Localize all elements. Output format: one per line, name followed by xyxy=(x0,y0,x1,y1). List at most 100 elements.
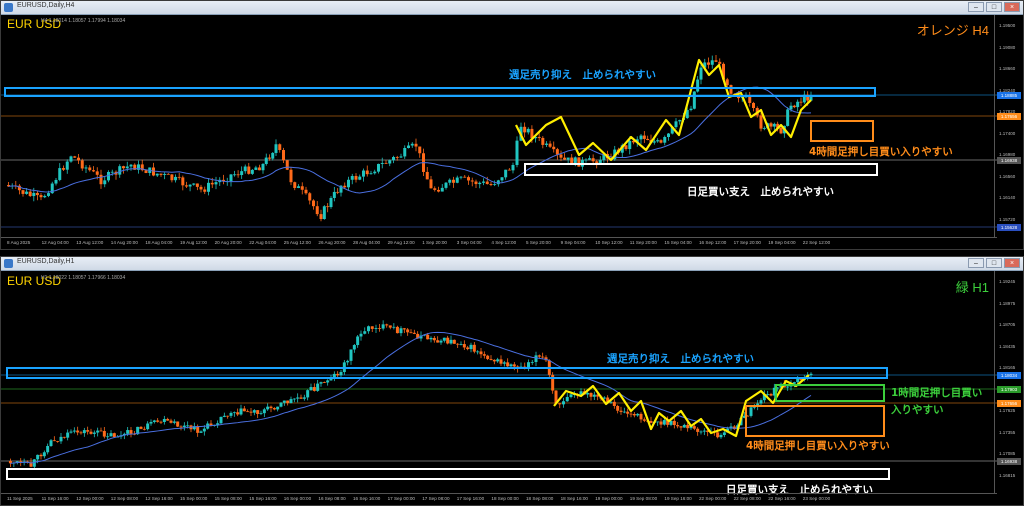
candle-body xyxy=(478,182,482,185)
candle-body xyxy=(493,184,497,185)
candle-body xyxy=(261,164,265,171)
minimize-icon[interactable]: – xyxy=(968,2,984,12)
candle-body xyxy=(88,167,92,171)
price-chart[interactable] xyxy=(1,271,997,493)
candle-body xyxy=(470,180,474,182)
close-icon[interactable]: × xyxy=(1004,258,1020,268)
candle-body xyxy=(236,174,240,176)
time-tick-label: 10 Sep 12:00 xyxy=(595,240,623,245)
candle-body xyxy=(555,149,559,155)
candle-body xyxy=(339,372,343,376)
candle-body xyxy=(271,152,275,159)
candle-body xyxy=(129,164,133,167)
candle-body xyxy=(534,355,538,363)
maximize-icon[interactable]: □ xyxy=(986,2,1002,12)
candle-body xyxy=(672,420,676,426)
time-tick-label: 9 Sep 04:00 xyxy=(560,240,586,245)
time-tick-label: 1 Sep 20:00 xyxy=(422,240,447,245)
price-tick-label: 1.19500 xyxy=(999,23,1016,28)
candle-body xyxy=(184,185,188,187)
candle-body xyxy=(62,436,66,438)
candle-body xyxy=(624,145,628,150)
candle-body xyxy=(203,189,207,192)
time-tick-label: 17 Sep 00:00 xyxy=(387,496,415,501)
candle-body xyxy=(25,191,29,194)
candle-body xyxy=(356,336,360,346)
candle-body xyxy=(466,347,470,350)
candle-body xyxy=(59,436,63,442)
candle-body xyxy=(577,157,581,167)
candle-body xyxy=(682,424,686,428)
candle-body xyxy=(689,108,693,111)
candle-body xyxy=(616,405,620,411)
time-axis[interactable]: 8 Aug 2025 12 Aug 04:00 13 Aug 12:00 14 Aug… xyxy=(1,237,997,248)
candle-body xyxy=(86,430,90,432)
candle-body xyxy=(240,171,244,176)
candle-body xyxy=(374,328,378,329)
candle-body xyxy=(541,137,545,145)
candle-body xyxy=(332,191,336,198)
candle-body xyxy=(762,128,766,130)
close-icon[interactable]: × xyxy=(1004,2,1020,12)
candle-body xyxy=(144,170,148,173)
candle-body xyxy=(176,421,180,427)
price-axis[interactable]: 1.192451.189751.187051.184351.181651.178… xyxy=(994,271,1023,493)
candle-body xyxy=(336,373,340,376)
minimize-icon[interactable]: – xyxy=(968,258,984,268)
candle-body xyxy=(699,431,703,433)
candle-body xyxy=(729,85,733,94)
candle-body xyxy=(69,431,73,433)
price-tick-label: 1.16815 xyxy=(999,472,1016,478)
price-chart[interactable] xyxy=(1,15,997,237)
candle-body xyxy=(252,410,256,413)
candle-body xyxy=(412,332,416,334)
candle-body xyxy=(678,120,682,122)
window-titlebar[interactable]: EURUSD,Daily,H1 – □ × xyxy=(1,257,1023,271)
candle-body xyxy=(336,191,340,193)
candle-body xyxy=(282,150,285,161)
time-tick-label: 22 Sep 08:00 xyxy=(733,496,761,501)
weekly-resistance-zone xyxy=(6,367,888,379)
candle-body xyxy=(459,344,463,345)
candle-body xyxy=(696,428,700,432)
candle-body xyxy=(302,397,306,399)
candle-body xyxy=(269,406,273,409)
candle-body xyxy=(250,169,254,174)
price-axis[interactable]: 1.19500 1.19080 1.18660 1.18240 1.17820 1.174… xyxy=(994,15,1023,237)
candle-body xyxy=(69,156,73,162)
candle-body xyxy=(297,186,300,188)
price-tick-label: 1.17400 xyxy=(999,130,1016,136)
candle-body xyxy=(569,394,573,397)
candle-body xyxy=(304,189,308,194)
candle-body xyxy=(249,411,253,413)
candle-body xyxy=(789,105,793,110)
candle-body xyxy=(279,402,283,407)
candle-body xyxy=(636,413,640,416)
candle-body xyxy=(312,387,316,391)
candle-body xyxy=(293,182,297,188)
candle-body xyxy=(369,173,373,175)
candle-body xyxy=(395,326,399,334)
candle-body xyxy=(509,364,513,367)
candle-body xyxy=(286,400,290,404)
candle-body xyxy=(233,174,237,176)
window-titlebar[interactable]: EURUSD,Daily,H4 – □ × xyxy=(1,1,1023,15)
candle-body xyxy=(429,179,433,189)
price-tag: 1.16938 xyxy=(997,157,1021,164)
candle-body xyxy=(149,422,153,424)
time-axis[interactable]: 11 Sep 2025 11 Sep 16:00 12 Sep 00:00 12 Se… xyxy=(1,493,997,504)
candle-body xyxy=(639,135,643,140)
chart-window-h1[interactable]: EURUSD,Daily,H1 – □ × EUR USD H1 1.18022… xyxy=(0,256,1024,506)
candle-body xyxy=(312,200,315,207)
candle-body xyxy=(499,359,503,364)
time-tick-label: 11 Sep 16:00 xyxy=(41,496,69,501)
candle-body xyxy=(628,140,632,150)
candle-body xyxy=(179,426,183,428)
candle-body xyxy=(649,420,653,423)
chart-window-h4[interactable]: EURUSD,Daily,H4 – □ × EUR USD H4 1.18014… xyxy=(0,0,1024,250)
candle-body xyxy=(544,143,548,145)
maximize-icon[interactable]: □ xyxy=(986,258,1002,268)
candle-body xyxy=(629,413,633,415)
price-tag: 1.17656 xyxy=(997,400,1021,407)
candle-body xyxy=(159,173,163,175)
